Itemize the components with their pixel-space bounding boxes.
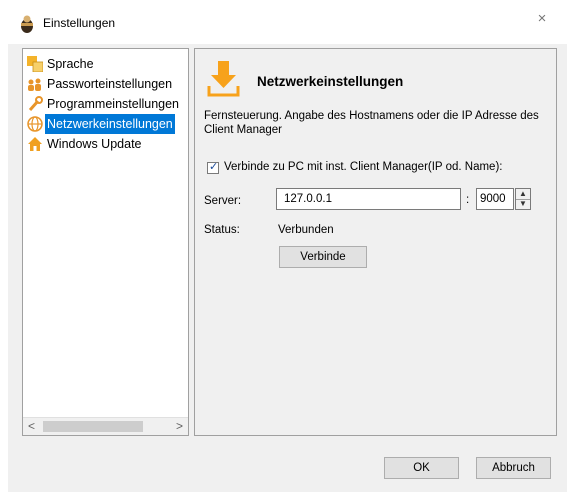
network-settings-panel: Netzwerkeinstellungen Fernsteuerung. Ang… xyxy=(194,48,557,436)
dialog-body: Sprache Passworteinstellungen Programmei… xyxy=(8,44,567,492)
wrench-icon xyxy=(28,96,43,111)
title-bar: Einstellungen × xyxy=(0,0,567,44)
globe-icon xyxy=(27,116,43,132)
status-value: Verbunden xyxy=(278,224,334,236)
scrollbar-thumb[interactable] xyxy=(43,421,143,432)
scroll-left-icon[interactable]: < xyxy=(23,418,40,435)
ok-button[interactable]: OK xyxy=(384,457,459,479)
panel-description: Fernsteuerung. Angabe des Hostnamens ode… xyxy=(204,110,539,136)
spin-down-icon[interactable]: ▼ xyxy=(516,199,530,209)
checkmark-icon: ✓ xyxy=(209,161,219,173)
horizontal-scrollbar[interactable]: < > xyxy=(23,417,188,435)
sidebar-item-label: Programmeinstellungen xyxy=(47,97,180,111)
cancel-button[interactable]: Abbruch xyxy=(476,457,551,479)
sidebar-item-label: Netzwerkeinstellungen xyxy=(45,114,175,134)
users-icon xyxy=(28,78,41,91)
page-title: Netzwerkeinstellungen xyxy=(257,74,404,89)
port-input[interactable]: 9000 xyxy=(476,188,514,210)
language-icon xyxy=(27,56,43,72)
sidebar-item-label: Windows Update xyxy=(47,137,142,151)
sidebar-item-label: Passworteinstellungen xyxy=(47,77,173,91)
download-arrow-icon xyxy=(207,61,240,97)
checkbox-label: Verbinde zu PC mit inst. Client Manager(… xyxy=(224,161,503,173)
sidebar-item-label: Sprache xyxy=(47,57,94,71)
status-label: Status: xyxy=(204,224,240,236)
port-spinner[interactable]: ▲ ▼ xyxy=(515,188,531,210)
port-separator: : xyxy=(466,194,470,206)
app-icon xyxy=(21,15,33,33)
connect-button[interactable]: Verbinde xyxy=(279,246,367,268)
settings-category-list: Sprache Passworteinstellungen Programmei… xyxy=(22,48,189,436)
close-button[interactable]: × xyxy=(527,6,557,32)
window-title: Einstellungen xyxy=(43,16,116,30)
server-label: Server: xyxy=(204,195,242,207)
connect-client-manager-checkbox[interactable]: ✓ xyxy=(207,161,219,174)
scroll-right-icon[interactable]: > xyxy=(171,418,188,435)
home-icon xyxy=(28,137,42,151)
server-input[interactable]: 127.0.0.1 xyxy=(276,188,461,210)
